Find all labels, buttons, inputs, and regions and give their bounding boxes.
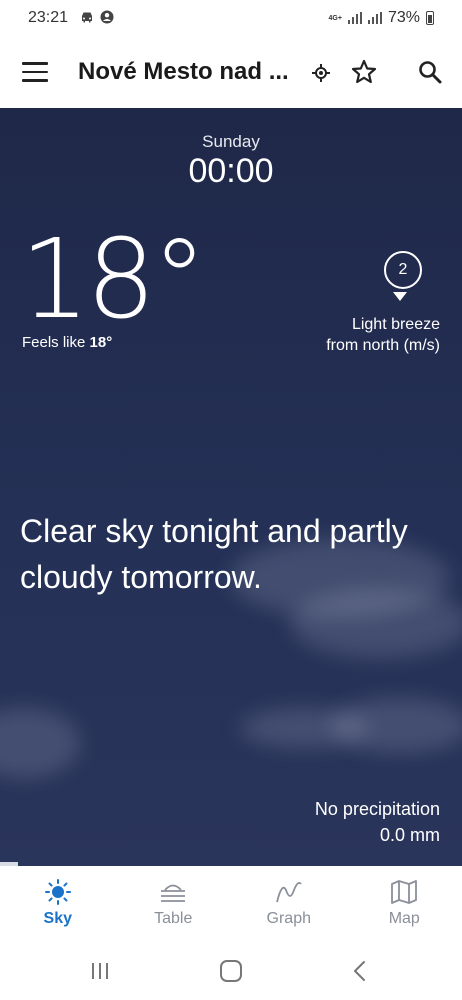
page-title: Nové Mesto nad ... [78, 58, 289, 85]
graph-icon [275, 881, 302, 903]
nav-label-table: Table [154, 910, 193, 927]
wind-line-2: from north (m/s) [326, 337, 440, 354]
bottom-navigation: Sky Table Graph Map [0, 866, 462, 942]
precipitation-label: No precipitation [314, 799, 440, 819]
precipitation: No precipitation 0.0 mm [315, 796, 440, 848]
wind-description: Light breeze from north (m/s) [326, 314, 440, 356]
status-time: 23:21 [28, 9, 69, 26]
sky-panel[interactable]: Sunday 00:00 18° Feels like 18° 2 Light … [0, 108, 462, 866]
recent-apps-icon[interactable] [86, 958, 114, 984]
status-icons-left [80, 10, 114, 24]
menu-button[interactable] [22, 62, 48, 84]
hamburger-line [22, 70, 48, 73]
battery-percent: 73% [387, 9, 420, 26]
nav-tab-map[interactable]: Map [347, 866, 462, 942]
feels-like-label: Feels like [22, 334, 86, 351]
cloud-decoration [330, 698, 462, 753]
wind-line-1: Light breeze [351, 316, 440, 333]
nav-tab-graph[interactable]: Graph [231, 866, 347, 942]
temperature: 18° [20, 215, 207, 343]
battery-icon [426, 11, 434, 25]
hamburger-icon [22, 62, 48, 65]
precipitation-value: 0.0 mm [379, 825, 440, 845]
wind-direction-arrow-icon [393, 292, 407, 301]
hamburger-line [22, 79, 48, 82]
map-icon [391, 880, 418, 904]
nav-label-sky: Sky [43, 910, 72, 927]
status-icons-right: 4G+ 73% [329, 9, 434, 27]
account-circle-icon [100, 10, 114, 24]
signal-icon-2 [367, 12, 382, 24]
forecast-day: Sunday [202, 132, 260, 151]
system-navigation-bar [0, 942, 462, 1000]
nav-tab-table[interactable]: Table [116, 866, 232, 942]
search-icon[interactable] [416, 58, 444, 86]
home-icon[interactable] [217, 958, 245, 984]
car-icon [82, 12, 92, 23]
forecast-summary: Clear sky tonight and partly cloudy tomo… [20, 513, 408, 595]
my-location-icon[interactable] [310, 62, 332, 84]
feels-like: Feels like 18° [22, 334, 112, 351]
app-bar: Nové Mesto nad ... [0, 40, 462, 108]
favorite-star-icon[interactable] [350, 58, 378, 86]
forecast-time: 00:00 [188, 152, 274, 190]
back-icon[interactable] [347, 958, 375, 984]
table-icon [161, 884, 186, 902]
sun-icon [44, 879, 71, 905]
signal-icon [347, 12, 362, 24]
nav-label-map: Map [388, 910, 420, 927]
status-bar: 23:21 4G+ 73% [0, 0, 462, 40]
nav-label-graph: Graph [266, 910, 311, 927]
nav-tab-sky[interactable]: Sky [0, 866, 116, 942]
network-type: 4G+ [328, 14, 342, 22]
feels-like-value: 18° [89, 334, 113, 351]
cloud-decoration [0, 708, 80, 778]
wind-speed-badge: 2 [384, 251, 422, 289]
